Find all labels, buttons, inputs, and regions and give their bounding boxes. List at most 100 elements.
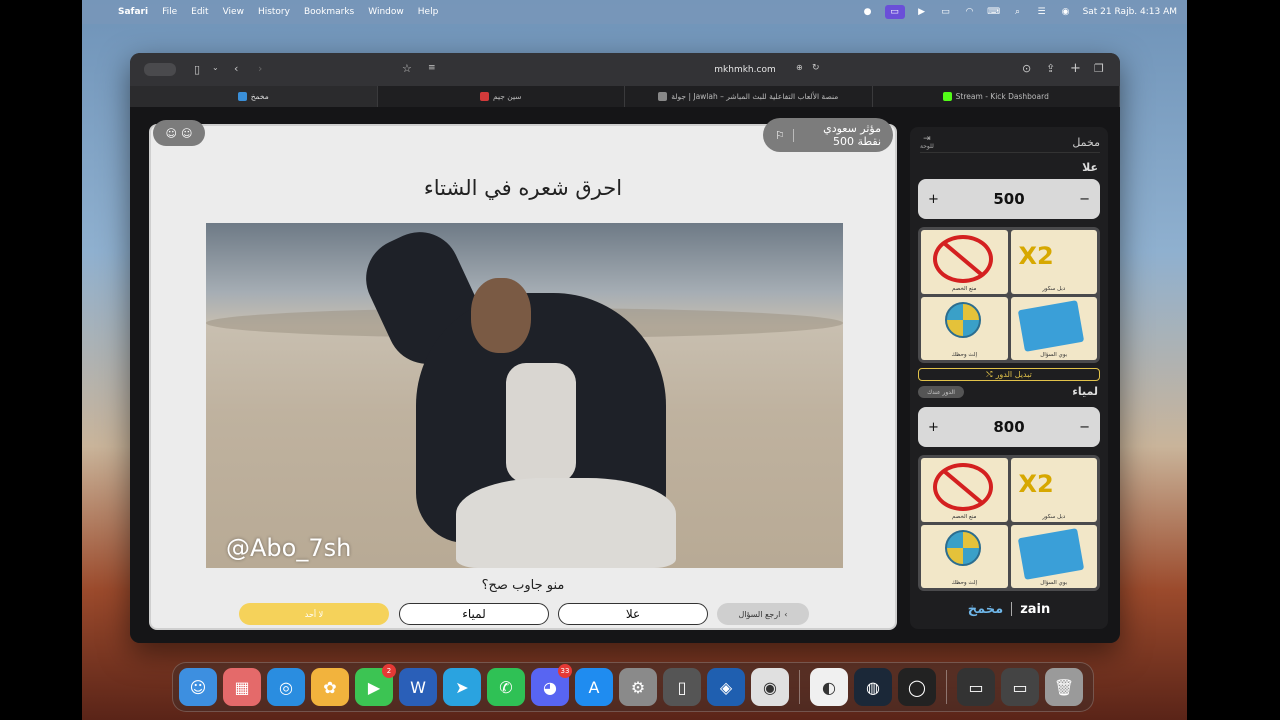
panel-title: مخمل	[1072, 136, 1100, 149]
telegram-icon[interactable]: ➤	[443, 668, 481, 706]
whatsapp-icon[interactable]: ✆	[487, 668, 525, 706]
exit-to-board-button[interactable]: ⇥ للوحة	[920, 134, 934, 151]
menu-help[interactable]: Help	[418, 7, 439, 17]
reload-icon[interactable]: ↻	[812, 63, 820, 73]
wheel-icon	[945, 301, 981, 338]
powerup-label: منع الخصم	[952, 513, 977, 520]
smile-icon[interactable]: ☺	[181, 127, 192, 140]
tab-seen-jeem[interactable]: سين جيم	[378, 86, 625, 107]
menu-history[interactable]: History	[258, 7, 290, 17]
download-icon[interactable]: ⊙	[1022, 62, 1031, 75]
obs-monitor-icon[interactable]: ◐	[810, 668, 848, 706]
sidebar-icon[interactable]: ▯	[194, 63, 200, 76]
appstore-icon[interactable]: A	[575, 668, 613, 706]
chevron-down-icon[interactable]: ⌄	[212, 63, 219, 72]
x2-icon: X2	[1018, 242, 1054, 270]
finder-icon[interactable]: ☺	[179, 668, 217, 706]
vmware-icon[interactable]: ◈	[707, 668, 745, 706]
back-icon[interactable]: ‹	[234, 62, 238, 75]
menu-window[interactable]: Window	[368, 7, 404, 17]
settings-icon[interactable]: ⚙	[619, 668, 657, 706]
video-legs	[456, 478, 676, 568]
menu-clock[interactable]: Sat 21 Rajb. 4:13 AM	[1083, 7, 1177, 17]
answer-buttons: لا أحد لمياء علا ارجع السؤال ‹	[239, 603, 809, 625]
apple-icon[interactable]	[92, 5, 106, 19]
team1-answer-button[interactable]: علا	[558, 603, 708, 625]
no-one-button[interactable]: لا أحد	[239, 603, 389, 625]
team2-answer-button[interactable]: لمياء	[399, 603, 549, 625]
team2-wheel-card[interactable]: إلث وحظك	[921, 524, 1008, 588]
team1-block-opponent-card[interactable]: منع الخصم	[921, 230, 1008, 294]
team2-plus-button[interactable]: +	[928, 420, 939, 435]
keyboard-icon[interactable]: ⌨	[987, 7, 1001, 17]
tab-jawlah[interactable]: جولة | Jawlah – منصة الألعاب التفاعلية ل…	[625, 86, 873, 107]
chrome-icon[interactable]: ◉	[751, 668, 789, 706]
wheel-icon	[945, 529, 981, 566]
battery-icon[interactable]: ▭	[939, 7, 953, 17]
translate-icon[interactable]: ⊕	[796, 63, 803, 72]
trash-icon[interactable]: 🗑	[1045, 668, 1083, 706]
question-video[interactable]: @Abo_7sh	[206, 223, 843, 568]
team2-minus-button[interactable]: −	[1079, 420, 1090, 435]
facetime-icon[interactable]: ▶ 2	[355, 664, 396, 706]
team1-skip-question-card[interactable]: بوي السؤال	[1010, 296, 1097, 360]
mkhmkh-logo: مخمخ	[967, 601, 1004, 617]
team1-double-score-card[interactable]: X2 دبل سكور	[1010, 230, 1097, 294]
screen-stack-icon[interactable]: ▭	[1001, 668, 1039, 706]
score-panel: ⇥ للوحة مخمل علا + 500 − منع الخصم X2 دب…	[910, 127, 1108, 629]
iphone-mirroring-icon[interactable]: ▯	[663, 668, 701, 706]
reader-icon[interactable]: ≡	[428, 63, 436, 73]
menu-view[interactable]: View	[223, 7, 244, 17]
zain-logo: zain	[1020, 601, 1051, 617]
powerup-label: منع الخصم	[952, 285, 977, 292]
indicator-pill: ⚐ مؤثر سعودي 500 نقطة	[763, 118, 893, 152]
photos-icon[interactable]: ✿	[311, 668, 349, 706]
team1-name: علا	[1082, 161, 1098, 174]
siri-icon[interactable]: ◉	[1059, 7, 1073, 17]
flag-icon[interactable]: ⚐	[775, 128, 794, 142]
emoji-pill[interactable]: ☺ ☺	[153, 120, 205, 146]
team2-block-opponent-card[interactable]: منع الخصم	[921, 458, 1008, 522]
smile-icon[interactable]: ☺	[166, 127, 177, 140]
traffic-lights[interactable]	[144, 63, 176, 76]
play-icon[interactable]: ▶	[915, 7, 929, 17]
steam-icon[interactable]: ◍	[854, 668, 892, 706]
menu-file[interactable]: File	[162, 7, 177, 17]
team1-plus-button[interactable]: +	[928, 192, 939, 207]
wifi-icon[interactable]: ◠	[963, 7, 977, 17]
tab-kick-dashboard[interactable]: Stream - Kick Dashboard	[873, 86, 1120, 107]
dock-divider	[799, 670, 800, 704]
launchpad-icon[interactable]: ▦	[223, 668, 261, 706]
share-icon[interactable]: ⇪	[1046, 62, 1055, 75]
safari-icon[interactable]: ◎	[267, 668, 305, 706]
menu-edit[interactable]: Edit	[191, 7, 208, 17]
menu-app-name[interactable]: Safari	[118, 7, 148, 17]
obs-icon[interactable]: ◯	[898, 668, 936, 706]
discord-icon[interactable]: ◕ 33	[531, 664, 572, 706]
tab-mkhmkh[interactable]: مخمخ	[130, 86, 378, 107]
back-to-question-button[interactable]: ارجع السؤال ‹	[717, 603, 809, 625]
team1-minus-button[interactable]: −	[1079, 192, 1090, 207]
powerup-label: بوي السؤال	[1040, 580, 1068, 586]
address-bar[interactable]: mkhmkh.com	[530, 59, 960, 81]
bookmark-star-icon[interactable]: ☆	[402, 62, 412, 75]
search-icon[interactable]: ⌕	[1011, 7, 1025, 17]
switch-turn-button[interactable]: ⤭ تبديل الدور	[918, 368, 1100, 381]
swap-icon: ⤭	[986, 369, 993, 379]
team1-wheel-card[interactable]: إلث وحظك	[921, 296, 1008, 360]
team2-double-score-card[interactable]: X2 دبل سكور	[1010, 458, 1097, 522]
word-icon[interactable]: W	[399, 668, 437, 706]
menu-bookmarks[interactable]: Bookmarks	[304, 7, 354, 17]
new-tab-icon[interactable]: +	[1070, 61, 1081, 76]
tab-overview-icon[interactable]: ❐	[1094, 62, 1104, 75]
screen-share-icon[interactable]: ▭	[884, 5, 905, 19]
panel-header: ⇥ للوحة مخمل	[920, 133, 1100, 153]
control-center-icon[interactable]: ☰	[1035, 7, 1049, 17]
ban-icon	[933, 235, 993, 283]
notification-badge: 2	[382, 664, 396, 678]
forward-icon[interactable]: ›	[258, 62, 262, 75]
team1-score-box: + 500 −	[918, 179, 1100, 219]
team2-skip-question-card[interactable]: بوي السؤال	[1010, 524, 1097, 588]
record-dot-icon[interactable]: ●	[861, 7, 875, 17]
desktop-stack-icon[interactable]: ▭	[957, 668, 995, 706]
